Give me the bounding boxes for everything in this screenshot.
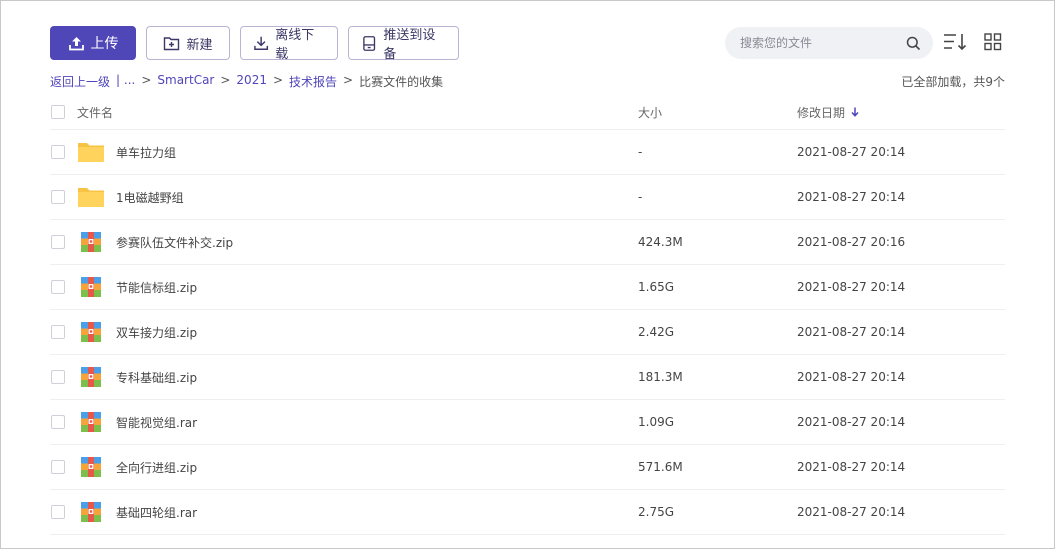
- file-date: 2021-08-27 20:14: [797, 145, 906, 159]
- file-row[interactable]: 双车接力组.zip 2.42G 2021-08-27 20:14: [50, 310, 1005, 355]
- grid-view-icon: [984, 33, 1002, 51]
- download-icon: [254, 36, 269, 50]
- file-size: -: [638, 145, 643, 159]
- new-label: 新建: [186, 37, 213, 53]
- breadcrumb-separator: >: [220, 73, 231, 87]
- file-date: 2021-08-27 20:14: [797, 460, 906, 474]
- file-date: 2021-08-27 20:14: [797, 505, 906, 519]
- row-checkbox[interactable]: [51, 145, 65, 159]
- breadcrumb-separator: >: [141, 73, 152, 87]
- file-name[interactable]: 智能视觉组.rar: [116, 414, 197, 431]
- column-header-name[interactable]: 文件名: [77, 104, 113, 121]
- file-name[interactable]: 1电磁越野组: [116, 189, 184, 206]
- search-box: [725, 27, 933, 59]
- new-folder-button[interactable]: 新建: [146, 26, 230, 60]
- grid-view-button[interactable]: [981, 31, 1005, 53]
- archive-icon: [81, 412, 101, 432]
- breadcrumb-current: 比赛文件的收集: [359, 75, 444, 89]
- file-row[interactable]: 全向行进组.zip 571.6M 2021-08-27 20:14: [50, 445, 1005, 490]
- offline-label: 离线下载: [275, 28, 315, 62]
- folder-icon: [78, 188, 104, 207]
- column-header-size[interactable]: 大小: [638, 104, 662, 121]
- breadcrumb-item-reports[interactable]: 技术报告: [289, 73, 337, 90]
- offline-download-button[interactable]: 离线下载: [240, 26, 338, 62]
- file-date: 2021-08-27 20:14: [797, 415, 906, 429]
- list-header: 文件名 大小 修改日期: [50, 95, 1005, 130]
- sort-list-icon: [944, 34, 967, 51]
- new-folder-icon: [164, 36, 180, 50]
- sort-desc-arrow-icon: [851, 107, 859, 117]
- row-checkbox[interactable]: [51, 505, 65, 519]
- file-name[interactable]: 节能信标组.zip: [116, 279, 197, 296]
- file-date: 2021-08-27 20:14: [797, 280, 906, 294]
- file-list: 文件名 大小 修改日期 单车拉力组 - 2021-08-27 20:14 1电磁越野…: [50, 95, 1005, 535]
- breadcrumb-item-2021[interactable]: 2021: [236, 73, 267, 90]
- file-size: 424.3M: [638, 235, 683, 249]
- file-name[interactable]: 全向行进组.zip: [116, 459, 197, 476]
- file-size: 571.6M: [638, 460, 683, 474]
- archive-icon: [81, 277, 101, 297]
- row-checkbox[interactable]: [51, 190, 65, 204]
- push-to-device-button[interactable]: 推送到设备: [348, 26, 459, 62]
- file-name[interactable]: 单车拉力组: [116, 144, 176, 161]
- file-date: 2021-08-27 20:14: [797, 190, 906, 204]
- file-size: 181.3M: [638, 370, 683, 384]
- file-name[interactable]: 基础四轮组.rar: [116, 504, 197, 521]
- file-row[interactable]: 节能信标组.zip 1.65G 2021-08-27 20:14: [50, 265, 1005, 310]
- archive-icon: [81, 367, 101, 387]
- breadcrumb-back-link[interactable]: 返回上一级: [50, 73, 110, 90]
- folder-icon: [78, 143, 104, 162]
- file-row[interactable]: 智能视觉组.rar 1.09G 2021-08-27 20:14: [50, 400, 1005, 445]
- row-checkbox[interactable]: [51, 370, 65, 384]
- row-checkbox[interactable]: [51, 460, 65, 474]
- select-all-checkbox[interactable]: [51, 105, 65, 119]
- breadcrumb-item-smartcar[interactable]: SmartCar: [157, 73, 214, 90]
- archive-icon: [81, 457, 101, 477]
- sort-button[interactable]: [943, 31, 967, 53]
- file-date: 2021-08-27 20:16: [797, 235, 906, 249]
- upload-button[interactable]: 上传: [50, 26, 136, 60]
- file-date: 2021-08-27 20:14: [797, 370, 906, 384]
- breadcrumb-separator: >: [343, 73, 354, 87]
- file-row[interactable]: 基础四轮组.rar 2.75G 2021-08-27 20:14: [50, 490, 1005, 535]
- file-size: 1.65G: [638, 280, 675, 294]
- archive-icon: [81, 322, 101, 342]
- breadcrumb: 返回上一级 | ... > SmartCar > 2021 > 技术报告 > 比…: [50, 73, 443, 90]
- breadcrumb-ellipsis[interactable]: | ...: [116, 73, 135, 90]
- file-name[interactable]: 参赛队伍文件补交.zip: [116, 234, 233, 251]
- file-size: 2.42G: [638, 325, 675, 339]
- file-row[interactable]: 1电磁越野组 - 2021-08-27 20:14: [50, 175, 1005, 220]
- archive-icon: [81, 232, 101, 252]
- file-row[interactable]: 参赛队伍文件补交.zip 424.3M 2021-08-27 20:16: [50, 220, 1005, 265]
- load-summary: 已全部加载，共9个: [901, 75, 1005, 89]
- file-row[interactable]: 专科基础组.zip 181.3M 2021-08-27 20:14: [50, 355, 1005, 400]
- row-checkbox[interactable]: [51, 415, 65, 429]
- row-checkbox[interactable]: [51, 325, 65, 339]
- column-header-date[interactable]: 修改日期: [797, 104, 859, 121]
- upload-icon: [68, 36, 84, 50]
- toolbar: 上传 新建 离线下载 推送到设备: [50, 26, 459, 62]
- file-size: 2.75G: [638, 505, 675, 519]
- breadcrumb-separator: >: [272, 73, 284, 87]
- file-row[interactable]: 单车拉力组 - 2021-08-27 20:14: [50, 130, 1005, 175]
- file-date: 2021-08-27 20:14: [797, 325, 906, 339]
- file-size: -: [638, 190, 643, 204]
- push-label: 推送到设备: [383, 28, 436, 62]
- row-checkbox[interactable]: [51, 235, 65, 249]
- column-header-date-label: 修改日期: [797, 105, 846, 120]
- archive-icon: [81, 502, 101, 522]
- search-input[interactable]: [740, 36, 906, 50]
- upload-label: 上传: [90, 36, 119, 52]
- row-checkbox[interactable]: [51, 280, 65, 294]
- file-name[interactable]: 双车接力组.zip: [116, 324, 197, 341]
- search-icon[interactable]: [906, 36, 921, 51]
- file-name[interactable]: 专科基础组.zip: [116, 369, 197, 386]
- device-icon: [363, 35, 376, 51]
- file-size: 1.09G: [638, 415, 675, 429]
